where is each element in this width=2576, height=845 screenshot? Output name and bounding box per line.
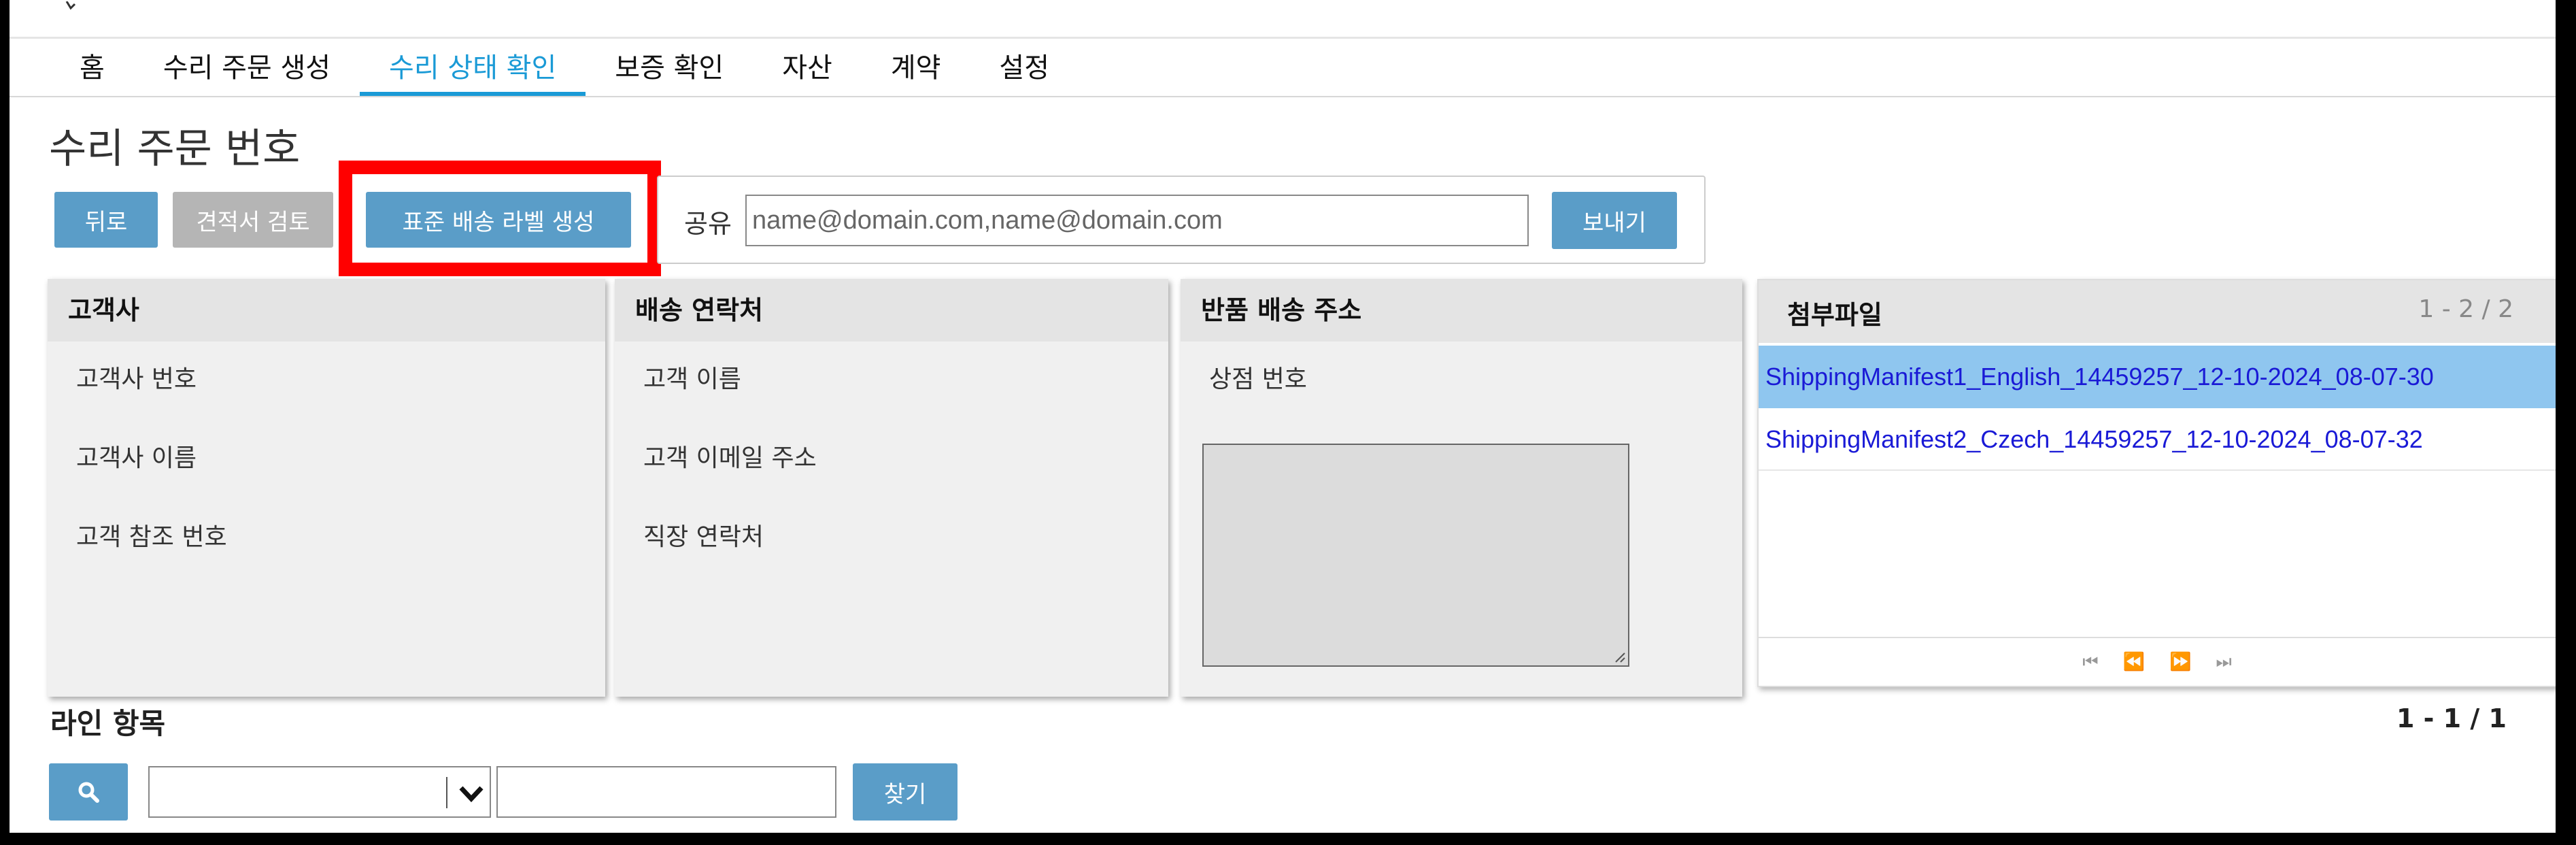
tab-assets[interactable]: 자산 xyxy=(753,42,862,97)
find-button[interactable]: 찾기 xyxy=(853,763,957,821)
customer-reference-label: 고객 참조 번호 xyxy=(76,523,227,551)
line-items-count: 1 - 1 / 1 xyxy=(2396,703,2507,733)
select-divider xyxy=(446,777,447,808)
attachments-title: 첨부파일 xyxy=(1787,300,1882,330)
shipping-contact-title: 배송 연락처 xyxy=(615,279,1168,342)
customer-panel: 고객사 고객사 번호 고객사 이름 고객 참조 번호 xyxy=(48,279,605,697)
tab-repair-status[interactable]: 수리 상태 확인 xyxy=(360,42,586,97)
customer-panel-title: 고객사 xyxy=(48,279,605,342)
share-email-input[interactable]: name@domain.com,name@domain.com xyxy=(745,195,1529,246)
shipping-contact-panel: 배송 연락처 고객 이름 고객 이메일 주소 직장 연락처 xyxy=(615,279,1168,697)
customer-number-label: 고객사 번호 xyxy=(76,365,197,393)
nav-divider xyxy=(10,96,2556,97)
attachments-header: 첨부파일 1 - 2 / 2 xyxy=(1759,280,2556,343)
tab-contracts[interactable]: 계약 xyxy=(862,42,970,97)
quote-review-button[interactable]: 견적서 검토 xyxy=(173,192,333,248)
prev-page-icon[interactable]: ⏪ xyxy=(2123,652,2145,672)
search-icon xyxy=(78,782,99,803)
back-button[interactable]: 뒤로 xyxy=(54,192,158,248)
store-number-label: 상점 번호 xyxy=(1209,365,1307,393)
line-items-filter-select[interactable] xyxy=(148,766,491,818)
customer-email-label: 고객 이메일 주소 xyxy=(643,444,817,472)
work-contact-label: 직장 연락처 xyxy=(643,523,764,551)
customer-name-label: 고객사 이름 xyxy=(76,444,197,472)
attachment-file-link[interactable]: ShippingManifest2_Czech_14459257_12-10-2… xyxy=(1759,408,2556,471)
tab-home[interactable]: 홈 xyxy=(50,42,134,97)
tab-create-repair-order[interactable]: 수리 주문 생성 xyxy=(134,42,360,97)
main-nav: 홈 수리 주문 생성 수리 상태 확인 보증 확인 자산 계약 설정 xyxy=(50,42,1079,97)
next-page-icon[interactable]: ⏩ xyxy=(2169,652,2191,672)
top-divider xyxy=(10,37,2556,39)
return-address-title: 반품 배송 주소 xyxy=(1181,279,1742,342)
search-button[interactable] xyxy=(49,763,128,821)
attachments-panel: 첨부파일 1 - 2 / 2 ShippingManifest1_English… xyxy=(1757,279,2556,687)
tab-settings[interactable]: 설정 xyxy=(970,42,1079,97)
last-page-icon[interactable]: ⏭ xyxy=(2216,652,2231,673)
page-title: 수리 주문 번호 xyxy=(49,125,301,173)
customer-name-field-label: 고객 이름 xyxy=(643,365,741,393)
attachment-file-link[interactable]: ShippingManifest1_English_14459257_12-10… xyxy=(1759,346,2556,408)
corner-fragment-icon xyxy=(65,1,76,10)
attachments-pager: ⏮ ⏪ ⏩ ⏭ xyxy=(1759,637,2556,686)
highlight-box xyxy=(339,161,661,276)
share-label: 공유 xyxy=(684,209,732,239)
send-button[interactable]: 보내기 xyxy=(1552,192,1677,249)
app-window: 홈 수리 주문 생성 수리 상태 확인 보증 확인 자산 계약 설정 수리 주문… xyxy=(10,0,2556,833)
attachments-count: 1 - 2 / 2 xyxy=(2418,295,2513,323)
chevron-down-icon xyxy=(459,786,484,803)
first-page-icon[interactable]: ⏮ xyxy=(2082,652,2098,673)
resize-handle-icon[interactable] xyxy=(1612,649,1625,663)
return-address-textarea[interactable] xyxy=(1202,444,1629,667)
line-items-title: 라인 항목 xyxy=(50,707,166,740)
line-items-search-input[interactable] xyxy=(496,766,836,818)
tab-warranty-check[interactable]: 보증 확인 xyxy=(586,42,753,97)
